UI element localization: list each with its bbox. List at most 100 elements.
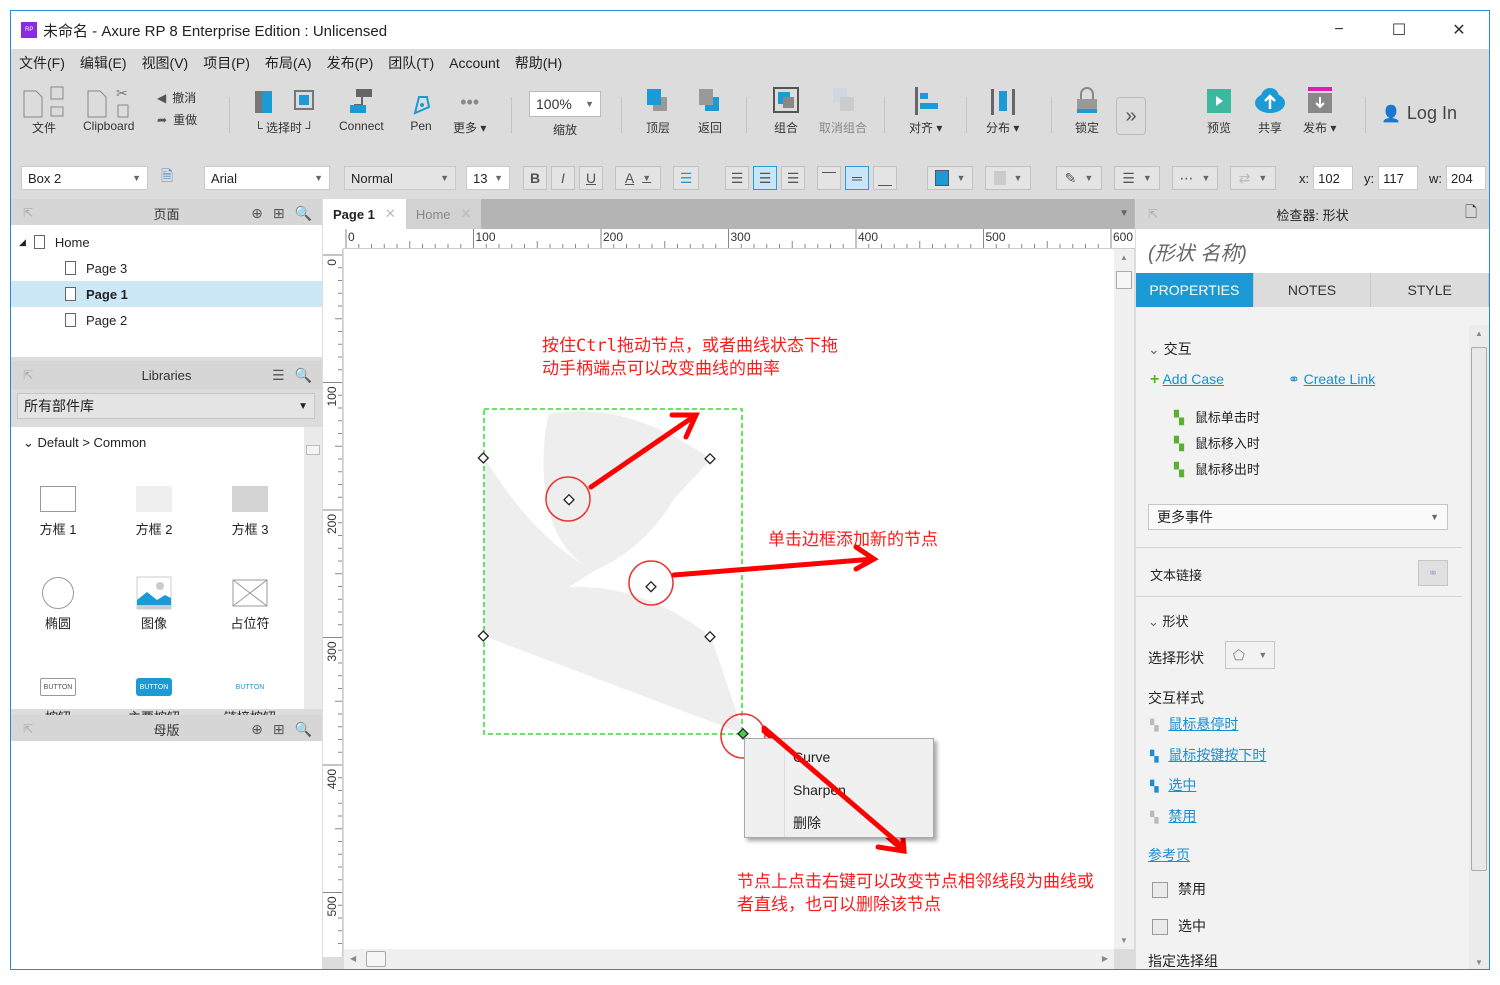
widget-box-1[interactable]: 方框 1 xyxy=(13,479,103,538)
preview-button[interactable]: 预览 xyxy=(1205,85,1233,136)
scroll-thumb[interactable] xyxy=(1471,347,1487,871)
text-link-button[interactable]: ⚭ xyxy=(1418,560,1448,586)
widget-box-3[interactable]: 方框 3 xyxy=(205,479,295,538)
line-width-button[interactable]: ☰ ▼ xyxy=(1114,166,1160,190)
more-tools-button[interactable]: ••• 更多 ▾ xyxy=(453,85,486,136)
font-color-button[interactable]: A ▼ xyxy=(615,166,661,190)
italic-button[interactable]: I xyxy=(551,166,575,190)
lock-button[interactable]: 锁定 xyxy=(1073,85,1101,136)
align-center-button[interactable]: ☰ xyxy=(753,166,777,190)
widget-box-2[interactable]: 方框 2 xyxy=(109,479,199,538)
widget-placeholder[interactable]: 占位符 xyxy=(205,573,295,632)
file-button[interactable]: 文件 xyxy=(21,85,67,136)
tab-properties[interactable]: PROPERTIES xyxy=(1136,273,1254,307)
bold-button[interactable]: B xyxy=(523,166,547,190)
scroll-thumb[interactable] xyxy=(1116,271,1132,289)
shadow-button[interactable]: ▼ xyxy=(985,166,1031,190)
menu-project[interactable]: 项目(P) xyxy=(203,53,250,73)
menu-account[interactable]: Account xyxy=(449,55,500,71)
x-field[interactable]: x: 102 xyxy=(1299,166,1354,190)
add-folder-icon[interactable]: ⊞ xyxy=(273,205,285,222)
reference-page-link[interactable]: 参考页 xyxy=(1148,845,1190,865)
scroll-thumb[interactable] xyxy=(366,951,386,967)
menu-item-sharpen[interactable]: Sharpen xyxy=(793,782,846,798)
search-icon[interactable]: 🔍 xyxy=(295,367,312,384)
tab-home[interactable]: Home ✕ xyxy=(405,199,482,229)
add-case-link[interactable]: + Add Case xyxy=(1150,371,1224,389)
scroll-down-icon[interactable]: ▼ xyxy=(1475,958,1483,967)
clipboard-button[interactable]: ✂ Clipboard xyxy=(83,85,134,133)
collapse-icon[interactable]: ⇱ xyxy=(1148,207,1158,221)
menu-arrange[interactable]: 布局(A) xyxy=(265,53,312,73)
add-folder-icon[interactable]: ⊞ xyxy=(273,721,285,738)
collapse-icon[interactable]: ⇱ xyxy=(23,206,33,220)
scroll-thumb[interactable] xyxy=(306,445,320,455)
undo-button[interactable]: ◀ 撤消 xyxy=(157,89,196,106)
page-1[interactable]: Page 1 xyxy=(11,281,322,307)
w-field[interactable]: w: 204 xyxy=(1429,166,1486,190)
distribute-button[interactable]: 分布 ▾ xyxy=(986,85,1019,136)
page-home[interactable]: ◢ Home xyxy=(11,229,322,255)
tab-page-1[interactable]: Page 1 ✕ xyxy=(323,199,406,229)
scroll-down-icon[interactable]: ▼ xyxy=(1120,936,1128,945)
menu-item-curve[interactable]: Curve xyxy=(793,749,830,765)
align-middle-button[interactable]: ═ xyxy=(845,166,869,190)
library-select[interactable]: 所有部件库 ▼ xyxy=(17,393,315,419)
menu-team[interactable]: 团队(T) xyxy=(388,53,434,73)
minimize-button[interactable]: − xyxy=(1309,11,1369,49)
collapse-icon[interactable]: ⇱ xyxy=(23,368,33,382)
page-2[interactable]: Page 2 xyxy=(11,307,322,333)
inspector-scrollbar[interactable]: ▲ ▼ xyxy=(1469,325,1489,969)
selection-mode-button[interactable]: └ 选择时 ┘ xyxy=(249,85,319,136)
create-link-link[interactable]: ⚭ Create Link xyxy=(1288,371,1375,388)
add-page-icon[interactable]: ⊕ xyxy=(251,205,263,222)
widget-image[interactable]: 图像 xyxy=(109,573,199,632)
library-scrollbar[interactable] xyxy=(304,427,322,709)
scroll-up-icon[interactable]: ▲ xyxy=(1120,253,1128,262)
selected-checkbox[interactable]: 选中 xyxy=(1152,916,1206,936)
style-disabled[interactable]: ▚ 禁用 xyxy=(1150,806,1196,826)
line-style-button[interactable]: ⋯ ▼ xyxy=(1172,166,1218,190)
interaction-section-header[interactable]: ⌄ 交互 xyxy=(1148,339,1192,359)
menu-item-delete[interactable]: 删除 xyxy=(793,813,821,833)
style-selected[interactable]: ▚ 选中 xyxy=(1150,775,1196,795)
menu-edit[interactable]: 编辑(E) xyxy=(80,53,127,73)
search-icon[interactable]: 🔍 xyxy=(295,205,312,222)
close-tab-icon[interactable]: ✕ xyxy=(461,206,472,222)
canvas-horizontal-scrollbar[interactable]: ◀ ▶ xyxy=(344,949,1114,969)
connect-button[interactable]: Connect xyxy=(339,85,384,133)
search-icon[interactable]: 🔍 xyxy=(295,721,312,738)
share-button[interactable]: 共享 xyxy=(1253,85,1287,136)
toolbar-overflow-button[interactable]: » xyxy=(1116,97,1146,135)
font-style-select[interactable]: Normal ▼ xyxy=(344,166,456,190)
event-onmouseout[interactable]: ▚ 鼠标移出时 xyxy=(1174,459,1260,478)
scroll-left-icon[interactable]: ◀ xyxy=(350,954,356,963)
format-painter-icon[interactable]: 🗎 xyxy=(161,166,173,191)
y-value[interactable]: 117 xyxy=(1378,166,1419,190)
font-size-select[interactable]: 13 ▼ xyxy=(466,166,510,190)
w-value[interactable]: 204 xyxy=(1446,166,1486,190)
menu-help[interactable]: 帮助(H) xyxy=(515,53,562,73)
group-button[interactable]: 组合 xyxy=(771,85,801,136)
align-bottom-button[interactable]: ⎽ xyxy=(873,166,897,190)
page-notes-icon[interactable]: 🗋 xyxy=(1465,202,1477,227)
fill-color-button[interactable]: ▼ xyxy=(927,166,973,190)
more-events-select[interactable]: 更多事件 ▼ xyxy=(1148,504,1448,530)
font-family-select[interactable]: Arial ▼ xyxy=(204,166,330,190)
canvas-vertical-scrollbar[interactable]: ▲ ▼ xyxy=(1114,249,1134,949)
widget-name-select[interactable]: Box 2 ▼ xyxy=(21,166,148,190)
send-back-button[interactable]: 返回 xyxy=(695,85,725,136)
disabled-checkbox[interactable]: 禁用 xyxy=(1152,879,1206,899)
select-shape-dropdown[interactable]: ⬠ ▼ xyxy=(1225,641,1275,669)
style-mouseover[interactable]: ▚ 鼠标悬停时 xyxy=(1150,714,1238,734)
event-onclick[interactable]: ▚ 鼠标单击时 xyxy=(1174,407,1260,426)
ungroup-button[interactable]: 取消组合 xyxy=(819,85,867,136)
publish-button[interactable]: 发布 ▾ xyxy=(1303,85,1336,136)
close-tab-icon[interactable]: ✕ xyxy=(385,206,396,222)
scroll-right-icon[interactable]: ▶ xyxy=(1102,954,1108,963)
add-master-icon[interactable]: ⊕ xyxy=(251,721,263,738)
menu-icon[interactable]: ☰ xyxy=(272,367,285,384)
scroll-up-icon[interactable]: ▲ xyxy=(1475,329,1483,338)
align-button[interactable]: 对齐 ▾ xyxy=(909,85,942,136)
tab-style[interactable]: STYLE xyxy=(1371,273,1489,307)
